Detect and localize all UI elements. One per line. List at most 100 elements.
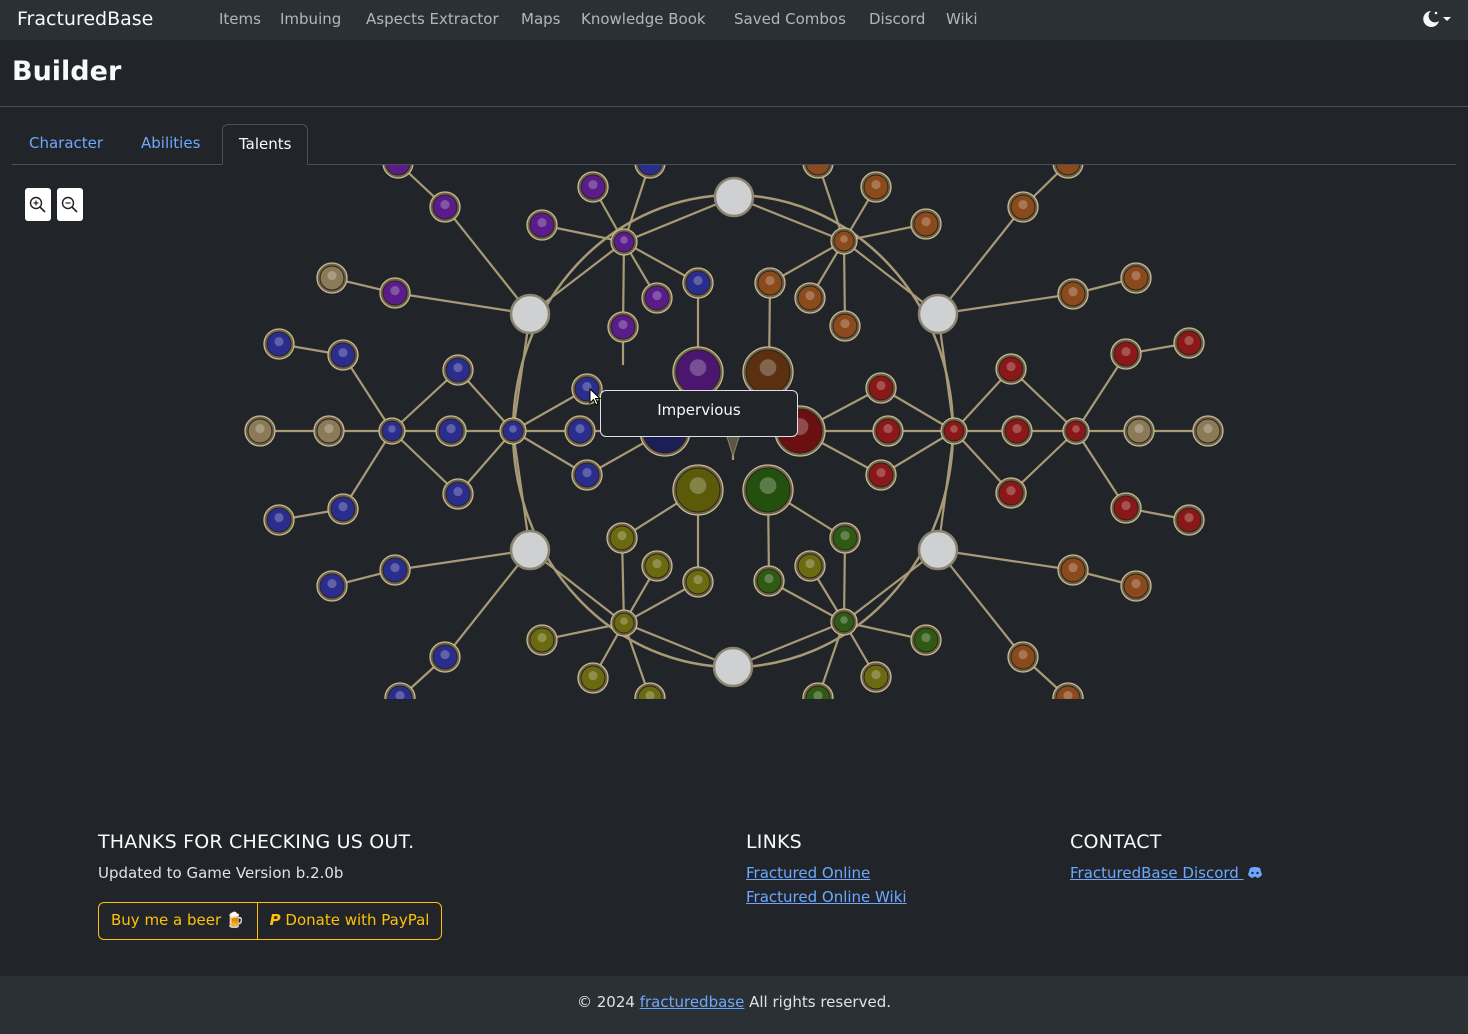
talent-node[interactable] bbox=[564, 415, 596, 447]
talent-node[interactable] bbox=[442, 478, 474, 510]
nav-maps[interactable]: Maps bbox=[521, 10, 560, 28]
talent-node[interactable] bbox=[1120, 570, 1152, 602]
talent-node[interactable] bbox=[753, 565, 785, 597]
talent-node[interactable] bbox=[526, 624, 558, 656]
talent-node[interactable] bbox=[1007, 191, 1039, 223]
talent-node[interactable] bbox=[316, 570, 348, 602]
tab-abilities[interactable]: Abilities bbox=[125, 124, 216, 164]
talent-node[interactable] bbox=[379, 277, 411, 309]
talent-node[interactable] bbox=[1120, 262, 1152, 294]
fracturedbase-discord-link[interactable]: FracturedBase Discord bbox=[1070, 864, 1263, 882]
empty-talent-slot[interactable] bbox=[509, 529, 551, 571]
empty-talent-slot[interactable] bbox=[917, 293, 959, 335]
empty-talent-slot[interactable] bbox=[917, 529, 959, 571]
empty-talent-slot[interactable] bbox=[712, 646, 754, 688]
talent-node[interactable] bbox=[1173, 327, 1205, 359]
nav-knowledge-book[interactable]: Knowledge Book bbox=[581, 10, 706, 28]
talent-node[interactable] bbox=[442, 354, 474, 386]
talent-node[interactable] bbox=[995, 353, 1027, 385]
tab-character[interactable]: Character bbox=[13, 124, 119, 164]
talent-node[interactable] bbox=[1173, 504, 1205, 536]
talent-node[interactable] bbox=[263, 504, 295, 536]
talent-node[interactable] bbox=[682, 566, 714, 598]
talent-node[interactable] bbox=[865, 372, 897, 404]
talent-node[interactable] bbox=[577, 662, 609, 694]
talent-node[interactable] bbox=[860, 661, 892, 693]
talent-node[interactable] bbox=[1057, 554, 1089, 586]
talent-node[interactable] bbox=[379, 554, 411, 586]
brand-logo[interactable]: FracturedBase bbox=[17, 8, 153, 30]
talent-node[interactable] bbox=[1110, 492, 1142, 524]
tab-talents[interactable]: Talents bbox=[222, 124, 309, 165]
fractured-online-wiki-link[interactable]: Fractured Online Wiki bbox=[746, 888, 907, 906]
talent-node[interactable] bbox=[634, 165, 666, 179]
talent-node[interactable] bbox=[244, 415, 276, 447]
talent-node[interactable] bbox=[910, 208, 942, 240]
talent-hub-node[interactable] bbox=[1062, 417, 1090, 445]
talent-node[interactable] bbox=[1052, 682, 1084, 699]
talent-node[interactable] bbox=[802, 682, 834, 699]
talent-node[interactable] bbox=[263, 328, 295, 360]
talent-node[interactable] bbox=[1123, 415, 1155, 447]
talent-node[interactable] bbox=[526, 209, 558, 241]
talent-node[interactable] bbox=[794, 282, 826, 314]
talent-node[interactable] bbox=[429, 641, 461, 673]
talent-node[interactable] bbox=[435, 415, 467, 447]
talent-node[interactable] bbox=[327, 493, 359, 525]
talent-node[interactable] bbox=[316, 262, 348, 294]
talent-node[interactable] bbox=[865, 459, 897, 491]
talent-node[interactable] bbox=[641, 282, 673, 314]
talent-hub-node[interactable] bbox=[610, 609, 638, 637]
talent-node[interactable] bbox=[327, 339, 359, 371]
talent-node[interactable] bbox=[910, 624, 942, 656]
fracturedbase-home-link[interactable]: fracturedbase bbox=[640, 993, 745, 1011]
talent-node[interactable] bbox=[577, 171, 609, 203]
attribute-node-yellow[interactable] bbox=[672, 464, 724, 516]
nav-wiki[interactable]: Wiki bbox=[946, 10, 978, 28]
talent-hub-node[interactable] bbox=[610, 228, 638, 256]
talent-node[interactable] bbox=[641, 550, 673, 582]
nav-items[interactable]: Items bbox=[219, 10, 261, 28]
talent-hub-node[interactable] bbox=[830, 608, 858, 636]
talent-node[interactable] bbox=[1001, 415, 1033, 447]
nav-aspects-extractor[interactable]: Aspects Extractor bbox=[366, 10, 499, 28]
talent-node[interactable] bbox=[754, 267, 786, 299]
talent-hub-node[interactable] bbox=[830, 227, 858, 255]
talent-hub-node[interactable] bbox=[940, 417, 968, 445]
talent-node[interactable] bbox=[571, 459, 603, 491]
talent-hub-node[interactable] bbox=[378, 417, 406, 445]
buy-beer-button[interactable]: Buy me a beer 🍺 bbox=[99, 903, 257, 939]
nav-imbuing[interactable]: Imbuing bbox=[280, 10, 341, 28]
talent-node[interactable] bbox=[1007, 641, 1039, 673]
talent-node[interactable] bbox=[429, 191, 461, 223]
talent-hub-node[interactable] bbox=[499, 417, 527, 445]
nav-saved-combos[interactable]: Saved Combos bbox=[734, 10, 846, 28]
talent-node[interactable] bbox=[313, 415, 345, 447]
talent-node[interactable] bbox=[794, 550, 826, 582]
theme-toggle-button[interactable] bbox=[1422, 9, 1452, 33]
talent-node[interactable] bbox=[382, 165, 414, 179]
talent-node[interactable] bbox=[1192, 415, 1224, 447]
paypal-donate-button[interactable]: P Donate with PayPal bbox=[256, 903, 442, 939]
fractured-online-link[interactable]: Fractured Online bbox=[746, 864, 870, 882]
talent-node[interactable] bbox=[802, 165, 834, 179]
talent-node[interactable] bbox=[829, 522, 861, 554]
talent-node[interactable] bbox=[860, 171, 892, 203]
talent-node[interactable] bbox=[829, 310, 861, 342]
attribute-node-green[interactable] bbox=[742, 464, 794, 516]
nav-discord[interactable]: Discord bbox=[869, 10, 925, 28]
talent-node[interactable] bbox=[607, 311, 639, 343]
empty-talent-slot[interactable] bbox=[509, 293, 551, 335]
talent-node[interactable] bbox=[1110, 338, 1142, 370]
talent-node[interactable] bbox=[1057, 278, 1089, 310]
empty-talent-slot[interactable] bbox=[713, 176, 755, 218]
talent-node[interactable] bbox=[634, 682, 666, 699]
talent-node[interactable] bbox=[682, 267, 714, 299]
talent-node[interactable] bbox=[1052, 165, 1084, 179]
talent-node[interactable] bbox=[384, 682, 416, 699]
talent-node[interactable] bbox=[872, 415, 904, 447]
discord-link-label: FracturedBase Discord bbox=[1070, 864, 1239, 882]
talent-node[interactable] bbox=[995, 477, 1027, 509]
talent-node[interactable] bbox=[606, 522, 638, 554]
navbar: FracturedBase Items Imbuing Aspects Extr… bbox=[0, 0, 1468, 40]
